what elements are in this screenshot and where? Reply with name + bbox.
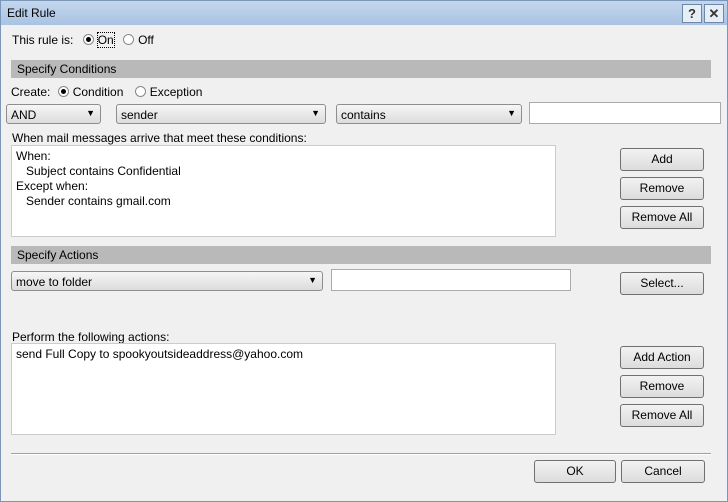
list-item[interactable]: Sender contains gmail.com — [16, 194, 551, 209]
radio-exception-label: Exception — [149, 85, 203, 99]
conditions-list[interactable]: When: Subject contains Confidential Excep… — [11, 145, 556, 237]
list-item[interactable]: When: — [16, 149, 551, 164]
conditions-list-label: When mail messages arrive that meet thes… — [12, 131, 307, 145]
edit-rule-dialog: Edit Rule ? ✕ This rule is: On Off Speci… — [0, 0, 728, 502]
add-condition-button[interactable]: Add — [620, 148, 704, 171]
title-bar: Edit Rule ? ✕ — [1, 1, 727, 25]
help-button[interactable]: ? — [682, 4, 702, 23]
radio-icon — [134, 86, 146, 97]
radio-on-label: On — [96, 32, 115, 48]
window-title: Edit Rule — [7, 6, 56, 20]
operator-value: contains — [341, 108, 386, 122]
operator-dropdown[interactable]: contains ▼ — [336, 104, 522, 124]
remove-all-conditions-button[interactable]: Remove All — [620, 206, 704, 229]
chevron-down-icon: ▼ — [311, 108, 320, 118]
chevron-down-icon: ▼ — [86, 108, 95, 118]
radio-off[interactable]: Off — [123, 33, 154, 47]
logic-dropdown[interactable]: AND ▼ — [6, 104, 101, 124]
radio-condition-label: Condition — [72, 85, 124, 99]
rule-state-row: This rule is: On Off — [12, 32, 154, 48]
radio-on[interactable]: On — [82, 32, 115, 48]
create-label: Create: — [11, 85, 51, 99]
actions-header: Specify Actions — [11, 246, 711, 264]
list-item[interactable]: Except when: — [16, 179, 551, 194]
chevron-down-icon: ▼ — [308, 275, 317, 285]
radio-off-label: Off — [138, 33, 154, 47]
actions-list[interactable]: send Full Copy to spookyoutsideaddress@y… — [11, 343, 556, 435]
actions-header-text: Specify Actions — [17, 248, 99, 262]
logic-value: AND — [11, 108, 37, 122]
radio-condition[interactable]: Condition — [57, 85, 124, 99]
action-dropdown[interactable]: move to folder ▼ — [11, 271, 323, 291]
add-action-button[interactable]: Add Action — [620, 346, 704, 369]
radio-icon — [82, 34, 94, 45]
action-value-input[interactable] — [331, 269, 571, 291]
rule-state-label: This rule is: — [12, 33, 74, 47]
radio-exception[interactable]: Exception — [134, 85, 203, 99]
actions-list-label: Perform the following actions: — [12, 330, 170, 344]
create-row: Create: Condition Exception — [11, 85, 202, 99]
field-dropdown[interactable]: sender ▼ — [116, 104, 326, 124]
action-value: move to folder — [16, 275, 93, 289]
remove-action-button[interactable]: Remove — [620, 375, 704, 398]
radio-icon — [123, 34, 135, 45]
field-value: sender — [121, 108, 158, 122]
conditions-header: Specify Conditions — [11, 60, 711, 78]
chevron-down-icon: ▼ — [507, 108, 516, 118]
condition-value-input[interactable] — [529, 102, 721, 124]
list-item[interactable]: send Full Copy to spookyoutsideaddress@y… — [16, 347, 551, 362]
cancel-button[interactable]: Cancel — [621, 460, 705, 483]
select-button[interactable]: Select... — [620, 272, 704, 295]
list-item[interactable]: Subject contains Confidential — [16, 164, 551, 179]
radio-icon — [57, 86, 69, 97]
remove-all-actions-button[interactable]: Remove All — [620, 404, 704, 427]
close-button[interactable]: ✕ — [704, 4, 724, 23]
remove-condition-button[interactable]: Remove — [620, 177, 704, 200]
divider — [11, 453, 711, 455]
conditions-header-text: Specify Conditions — [17, 62, 117, 76]
ok-button[interactable]: OK — [534, 460, 616, 483]
